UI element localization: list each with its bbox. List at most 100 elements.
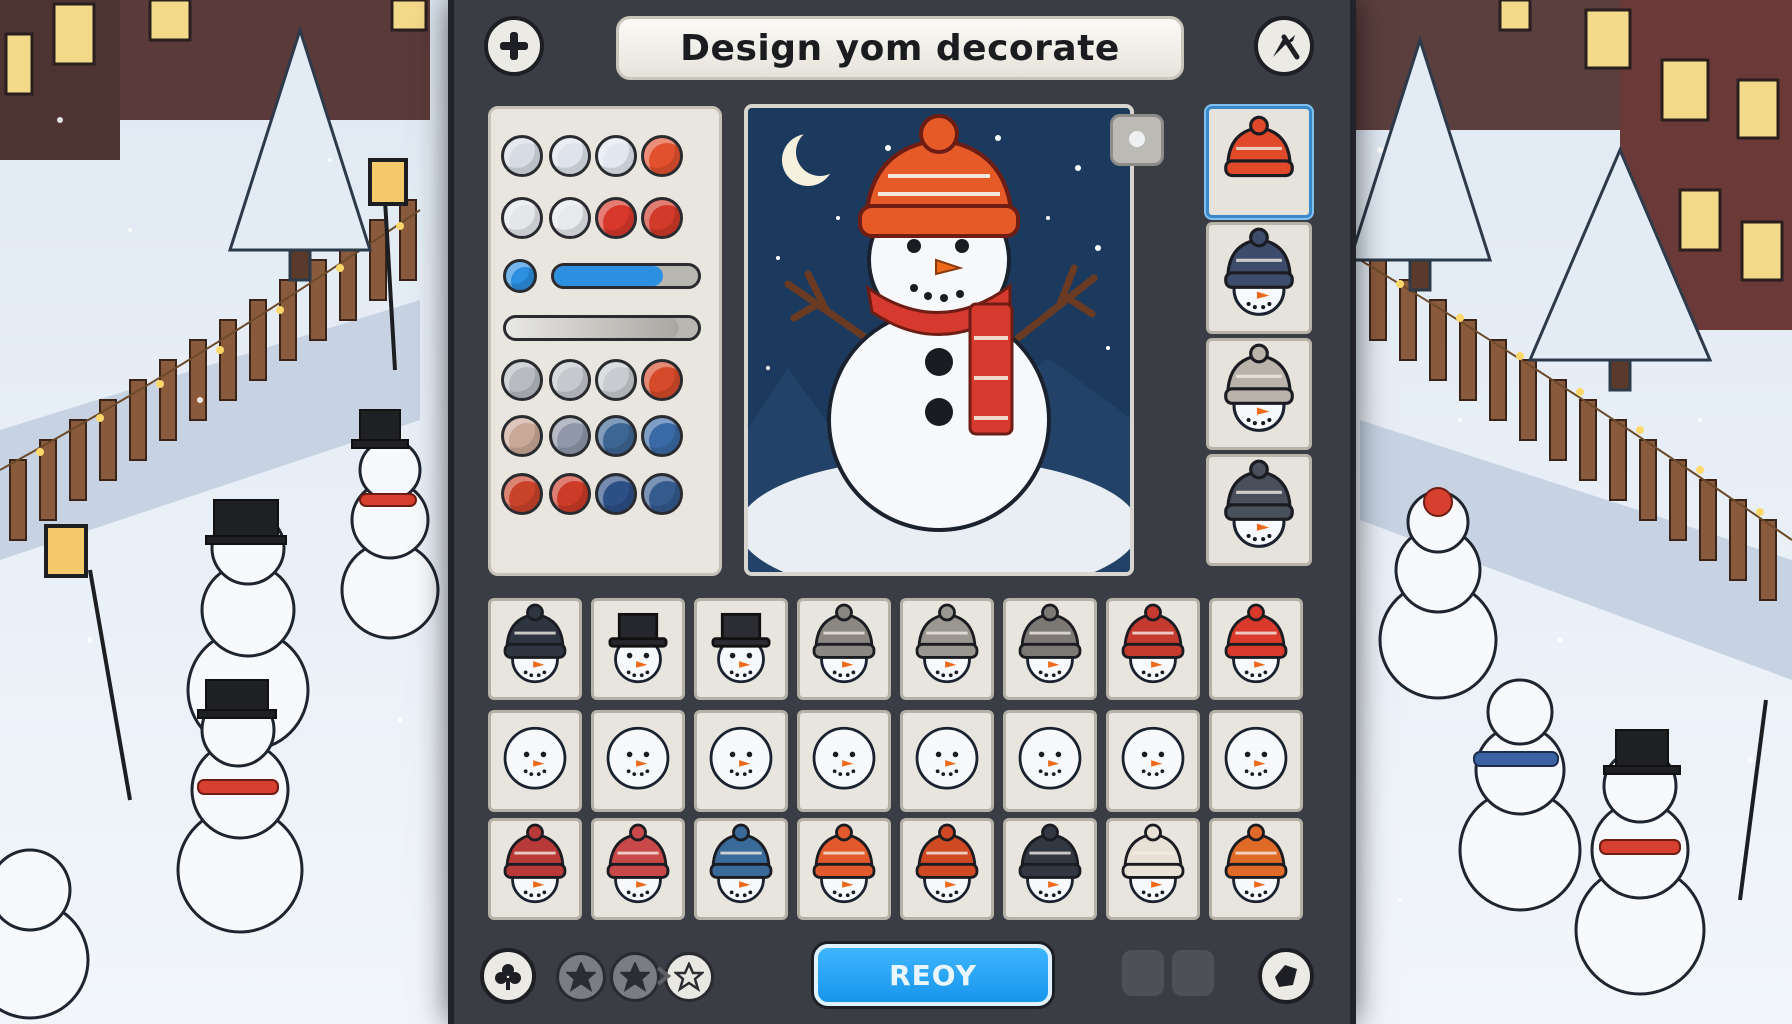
- side-hat-grey-pompom-beanie[interactable]: [1206, 338, 1312, 450]
- shade-slider-fill: [506, 318, 679, 338]
- hat-option-tile[interactable]: [488, 818, 582, 920]
- hat-option-tile[interactable]: [1209, 710, 1303, 812]
- snowman-head-icon: [1224, 726, 1288, 790]
- hat-option-tile[interactable]: [1209, 598, 1303, 700]
- side-hat-navy-beanie[interactable]: [1206, 222, 1312, 334]
- color-swatch[interactable]: [501, 135, 543, 177]
- hat-option-tile[interactable]: [1106, 710, 1200, 812]
- page-title: Design yom decorate: [616, 16, 1184, 80]
- hat-option-tile[interactable]: [797, 710, 891, 812]
- color-swatch[interactable]: [549, 135, 591, 177]
- hat-option-tile[interactable]: [1003, 818, 1097, 920]
- ready-button[interactable]: REOY: [814, 944, 1052, 1006]
- color-swatch[interactable]: [595, 359, 637, 401]
- star-icon: [620, 962, 650, 992]
- add-button[interactable]: [484, 16, 544, 76]
- hat-option-tile[interactable]: [591, 818, 685, 920]
- snowman-head-icon: [1224, 343, 1294, 432]
- hat-option-tile[interactable]: [591, 710, 685, 812]
- snowman-head-icon: [1224, 823, 1288, 904]
- color-swatch[interactable]: [501, 359, 543, 401]
- snowman-preview: [744, 104, 1134, 576]
- hat-option-tile[interactable]: [591, 598, 685, 700]
- snowman-head-icon: [1224, 603, 1288, 684]
- hat-option-tile[interactable]: [900, 818, 994, 920]
- club-icon: [495, 964, 521, 990]
- hat-option-tile[interactable]: [694, 818, 788, 920]
- hat-option-tile[interactable]: [488, 710, 582, 812]
- hat-option-tile[interactable]: [694, 710, 788, 812]
- snowman-head-icon: [711, 612, 771, 684]
- color-swatch[interactable]: [595, 197, 637, 239]
- snowman-head-icon: [709, 726, 773, 790]
- snowman-head-icon: [1121, 603, 1185, 684]
- snowman-head-icon: [709, 823, 773, 904]
- tag-button[interactable]: [1258, 948, 1314, 1004]
- option-button-2[interactable]: [1172, 950, 1214, 996]
- snowman-head-icon: [812, 603, 876, 684]
- snowman-head-icon: [503, 726, 567, 790]
- snowman-head-icon: [915, 603, 979, 684]
- tool-button[interactable]: [1254, 16, 1314, 76]
- hat-option-tile[interactable]: [900, 598, 994, 700]
- snowman-head-icon: [606, 726, 670, 790]
- snowman-head-icon: [812, 823, 876, 904]
- star-icon: [674, 962, 704, 992]
- snowman-head-icon: [1018, 603, 1082, 684]
- hat-option-tile[interactable]: [488, 598, 582, 700]
- slider-color-dot[interactable]: [503, 259, 537, 293]
- snowman-head-icon: [608, 612, 668, 684]
- color-swatch[interactable]: [641, 197, 683, 239]
- color-swatch[interactable]: [641, 135, 683, 177]
- snowman-head-icon: [915, 823, 979, 904]
- color-swatch[interactable]: [595, 415, 637, 457]
- snowflake-icon: [1129, 131, 1145, 147]
- hat-option-tile[interactable]: [797, 598, 891, 700]
- color-swatch[interactable]: [595, 473, 637, 515]
- color-swatch[interactable]: [549, 473, 591, 515]
- star-button[interactable]: [556, 952, 606, 1002]
- star-icon: [566, 962, 596, 992]
- option-button-1[interactable]: [1122, 950, 1164, 996]
- color-swatch[interactable]: [501, 473, 543, 515]
- side-hat-dark-knit-beanie[interactable]: [1206, 454, 1312, 566]
- chevron-right-icon: [656, 966, 672, 986]
- color-swatch[interactable]: [549, 359, 591, 401]
- size-slider[interactable]: [551, 263, 701, 289]
- color-swatch[interactable]: [641, 359, 683, 401]
- snowman-head-icon: [812, 726, 876, 790]
- color-swatch[interactable]: [501, 415, 543, 457]
- snowman-head-icon: [503, 603, 567, 684]
- shade-slider[interactable]: [503, 315, 701, 341]
- hat-option-tile[interactable]: [1106, 818, 1200, 920]
- preview-toggle-button[interactable]: [1110, 114, 1164, 166]
- club-button[interactable]: [480, 948, 536, 1004]
- color-swatch[interactable]: [641, 415, 683, 457]
- snowman-head-icon: [1121, 726, 1185, 790]
- size-slider-fill: [554, 266, 664, 286]
- snowman-head-icon: [606, 823, 670, 904]
- snowman-head-icon: [1018, 726, 1082, 790]
- tool-icon: [1273, 34, 1300, 60]
- tag-icon: [1275, 965, 1297, 987]
- color-palette-panel: [488, 106, 722, 576]
- side-hat-red-beanie[interactable]: [1206, 106, 1312, 218]
- hat-option-tile[interactable]: [1003, 598, 1097, 700]
- color-swatch[interactable]: [549, 415, 591, 457]
- color-swatch[interactable]: [549, 197, 591, 239]
- snowman-head-icon: [1018, 823, 1082, 904]
- hat-option-tile[interactable]: [1003, 710, 1097, 812]
- snowman-head-icon: [1224, 227, 1294, 316]
- snowman-preview-canvas: [748, 108, 1130, 572]
- hat-option-tile[interactable]: [1106, 598, 1200, 700]
- hat-option-tile[interactable]: [694, 598, 788, 700]
- snowman-head-icon: [1224, 115, 1294, 178]
- hat-option-tile[interactable]: [1209, 818, 1303, 920]
- hat-option-tile[interactable]: [900, 710, 994, 812]
- color-swatch[interactable]: [595, 135, 637, 177]
- hat-option-tile[interactable]: [797, 818, 891, 920]
- color-swatch[interactable]: [501, 197, 543, 239]
- snowman-head-icon: [503, 823, 567, 904]
- snowman-head-icon: [1121, 823, 1185, 904]
- color-swatch[interactable]: [641, 473, 683, 515]
